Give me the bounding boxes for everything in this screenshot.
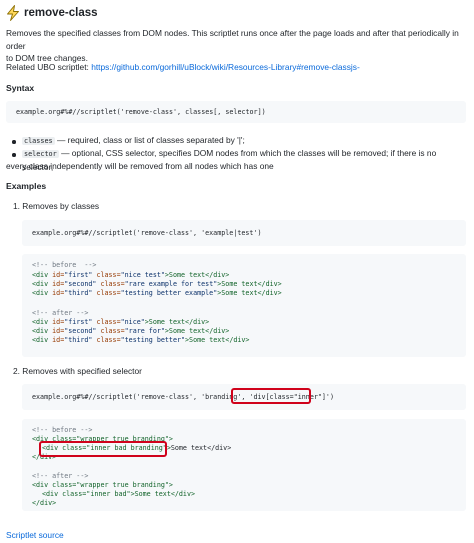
example-1-after-comment: <!-- after -->: [32, 309, 89, 317]
example-1-before-line-1: <div id="first" class="nice test">Some t…: [32, 271, 230, 279]
param-classes-name: classes: [22, 137, 55, 145]
example-2-label: 2. Removes with specified selector: [13, 366, 142, 376]
param-classes-desc: — required, class or list of classes sep…: [54, 135, 245, 145]
example-1-after-line-3: <div id="third" class="testing better">S…: [32, 336, 250, 344]
syntax-code-block: example.org#%#//scriptlet('remove-class'…: [6, 101, 466, 123]
param-selector-continued: every class independently will be remove…: [6, 161, 274, 171]
related-label: Related UBO scriptlet:: [6, 62, 92, 72]
related-scriptlet: Related UBO scriptlet: https://github.co…: [6, 61, 466, 74]
highlight-box: [231, 388, 311, 404]
example-2-after-line-2: <div class="inner bad">Some text</div>: [42, 490, 195, 498]
example-2-before-comment: <!-- before -->: [32, 426, 93, 434]
example-1-after-line-2: <div id="second" class="rare for">Some t…: [32, 327, 230, 335]
example-1-before-line-2: <div id="second" class="rare example for…: [32, 280, 282, 288]
examples-heading: Examples: [6, 181, 47, 191]
related-link[interactable]: https://github.com/gorhill/uBlock/wiki/R…: [91, 62, 360, 72]
description: Removes the specified classes from DOM n…: [6, 27, 466, 65]
example-1-rule: example.org#%#//scriptlet('remove-class'…: [32, 229, 262, 237]
example-1-after-line-1: <div id="first" class="nice">Some text</…: [32, 318, 210, 326]
param-classes: classes — required, class or list of cla…: [22, 134, 466, 148]
title-row: remove-class: [6, 4, 98, 22]
bullet: [12, 153, 16, 157]
highlight-box: [39, 441, 167, 457]
bullet: [12, 140, 16, 144]
example-1-html-block: <!-- before --> <div id="first" class="n…: [22, 254, 466, 357]
example-2-after-comment: <!-- after -->: [32, 472, 89, 480]
syntax-code: example.org#%#//scriptlet('remove-class'…: [16, 108, 266, 116]
example-2-after-line-3: </div>: [32, 499, 57, 507]
lightning-bolt-icon: [7, 5, 19, 21]
page-title: remove-class: [24, 7, 98, 19]
scriptlet-source-link[interactable]: Scriptlet source: [6, 529, 466, 542]
description-line-1: Removes the specified classes from DOM n…: [6, 28, 459, 51]
param-selector-name: selector: [22, 150, 59, 158]
syntax-heading: Syntax: [6, 83, 35, 93]
example-1-before-line-3: <div id="third" class="testing better ex…: [32, 289, 282, 297]
example-2-after-line-1: <div class="wrapper true branding">: [32, 481, 173, 489]
example-1-before-comment: <!-- before -->: [32, 261, 97, 269]
example-2-html-block: <!-- before --> <div class="wrapper true…: [22, 419, 466, 511]
example-1-rule-block: example.org#%#//scriptlet('remove-class'…: [22, 220, 466, 246]
example-1-label: 1. Removes by classes: [13, 201, 100, 211]
